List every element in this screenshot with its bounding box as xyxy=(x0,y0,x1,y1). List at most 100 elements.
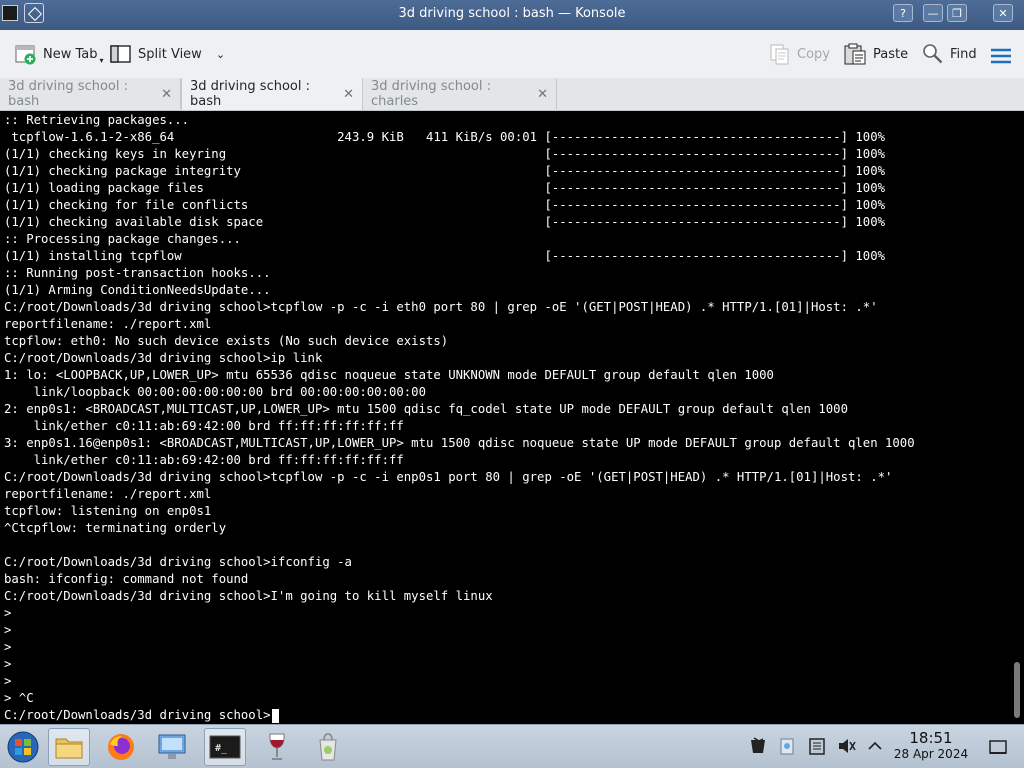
terminal-prompt: C:/root/Downloads/3d driving school> xyxy=(4,708,271,722)
split-view-button[interactable]: Split View ⌄ xyxy=(110,42,225,66)
terminal-line: link/ether c0:11:ab:69:42:00 brd ff:ff:f… xyxy=(4,419,404,433)
close-tab-icon[interactable]: ✕ xyxy=(161,87,172,102)
chevron-down-icon: ⌄ xyxy=(215,47,226,61)
start-menu-button[interactable] xyxy=(2,728,44,766)
terminal-line: C:/root/Downloads/3d driving school>I'm … xyxy=(4,589,493,603)
minimize-button[interactable]: — xyxy=(923,4,943,22)
terminal-line: (1/1) checking available disk space [---… xyxy=(4,215,885,229)
terminal-line: > xyxy=(4,606,12,620)
terminal-view[interactable]: :: Retrieving packages... tcpflow-1.6.1-… xyxy=(0,111,1024,724)
terminal-line: (1/1) checking package integrity [------… xyxy=(4,164,885,178)
paste-label: Paste xyxy=(873,46,909,62)
tab-bar: 3d driving school : bash ✕ 3d driving sc… xyxy=(0,78,1024,111)
terminal-line: (1/1) installing tcpflow [--------------… xyxy=(4,249,885,263)
terminal-line: (1/1) Arming ConditionNeedsUpdate... xyxy=(4,283,271,297)
find-label: Find xyxy=(950,46,977,62)
split-view-icon xyxy=(110,45,131,63)
help-button[interactable]: ? xyxy=(893,4,913,22)
system-settings-icon xyxy=(158,734,186,759)
copy-button[interactable]: Copy xyxy=(769,42,830,66)
tab-label: 3d driving school : bash xyxy=(8,79,128,109)
volume-muted-icon[interactable] xyxy=(837,736,857,756)
taskbar-system-settings[interactable] xyxy=(152,728,194,766)
split-view-label: Split View xyxy=(138,46,202,62)
terminal-line: C:/root/Downloads/3d driving school>ip l… xyxy=(4,351,323,365)
terminal-line: bash: ifconfig: command not found xyxy=(4,572,249,586)
close-tab-icon[interactable]: ✕ xyxy=(537,87,548,102)
tab-charles[interactable]: 3d driving school : charles ✕ xyxy=(363,79,557,109)
copy-label: Copy xyxy=(797,46,830,62)
close-tab-icon[interactable]: ✕ xyxy=(343,87,354,102)
clock-date: 28 Apr 2024 xyxy=(893,747,969,761)
copy-icon xyxy=(770,44,789,65)
taskbar-package-manager[interactable] xyxy=(308,728,350,766)
terminal-line: (1/1) loading package files [-----------… xyxy=(4,181,885,195)
tab-bash-1[interactable]: 3d driving school : bash ✕ xyxy=(0,79,181,109)
taskbar-konsole[interactable]: #_ xyxy=(204,728,246,766)
terminal-line: 1: lo: <LOOPBACK,UP,LOWER_UP> mtu 65536 … xyxy=(4,368,774,382)
terminal-line: C:/root/Downloads/3d driving school>ifco… xyxy=(4,555,352,569)
terminal-prompt-line[interactable]: C:/root/Downloads/3d driving school> xyxy=(4,707,1010,724)
taskbar-clock[interactable]: 18:51 28 Apr 2024 xyxy=(888,730,974,762)
new-tab-button[interactable]: New Tab ▾ xyxy=(15,42,104,66)
folder-icon xyxy=(55,738,83,759)
taskbar-firefox[interactable] xyxy=(100,728,142,766)
window-titlebar[interactable]: 3d driving school : bash — Konsole ? — ❐… xyxy=(0,0,1024,30)
close-button[interactable]: ✕ xyxy=(993,4,1013,22)
terminal-line: C:/root/Downloads/3d driving school>tcpf… xyxy=(4,300,878,314)
dropdown-arrow-icon: ▾ xyxy=(99,55,104,65)
main-toolbar: New Tab ▾ Split View ⌄ Copy Paste Find xyxy=(0,30,1024,78)
hamburger-menu-button[interactable] xyxy=(990,44,1012,68)
firefox-icon xyxy=(108,734,134,760)
paste-icon xyxy=(844,43,866,65)
show-desktop-icon[interactable] xyxy=(988,737,1008,757)
terminal-line: > xyxy=(4,640,12,654)
terminal-line: > xyxy=(4,674,12,688)
window-title: 3d driving school : bash — Konsole xyxy=(398,6,626,21)
tab-label: 3d driving school : charles xyxy=(371,79,491,109)
maximize-button[interactable]: ❐ xyxy=(947,4,967,22)
terminal-icon: #_ xyxy=(209,735,241,759)
terminal-line: ^Ctcpflow: terminating orderly xyxy=(4,521,227,535)
taskbar-wine[interactable] xyxy=(256,728,298,766)
paste-button[interactable]: Paste xyxy=(843,42,908,66)
svg-text:#_: #_ xyxy=(215,743,228,754)
terminal-line: 2: enp0s1: <BROADCAST,MULTICAST,UP,LOWER… xyxy=(4,402,848,416)
notes-tray-icon[interactable] xyxy=(807,736,827,756)
terminal-line: (1/1) checking keys in keyring [--------… xyxy=(4,147,885,161)
new-tab-label: New Tab xyxy=(43,46,98,62)
search-icon xyxy=(923,44,943,64)
terminal-line: > xyxy=(4,623,12,637)
package-updates-tray-icon[interactable] xyxy=(748,736,768,756)
scrollbar-thumb[interactable] xyxy=(1014,662,1020,718)
find-button[interactable]: Find xyxy=(922,42,977,66)
terminal-scrollbar[interactable] xyxy=(1012,111,1020,724)
terminal-line: :: Processing package changes... xyxy=(4,232,241,246)
tab-label: 3d driving school : bash xyxy=(190,79,310,109)
clipboard-tray-icon[interactable] xyxy=(777,736,797,756)
terminal-line: :: Retrieving packages... xyxy=(4,113,190,127)
start-orb-icon xyxy=(7,731,39,763)
terminal-line: > ^C xyxy=(4,691,34,705)
terminal-line: (1/1) checking for file conflicts [-----… xyxy=(4,198,885,212)
terminal-line: 3: enp0s1.16@enp0s1: <BROADCAST,MULTICAS… xyxy=(4,436,915,450)
terminal-line: reportfilename: ./report.xml xyxy=(4,317,212,331)
tab-bash-2[interactable]: 3d driving school : bash ✕ xyxy=(181,78,363,110)
clock-time: 18:51 xyxy=(909,729,953,747)
terminal-line: link/loopback 00:00:00:00:00:00 brd 00:0… xyxy=(4,385,426,399)
terminal-line: > xyxy=(4,657,12,671)
terminal-line: tcpflow-1.6.1-2-x86_64 243.9 KiB 411 KiB… xyxy=(4,130,885,144)
terminal-line: tcpflow: eth0: No such device exists (No… xyxy=(4,334,449,348)
hamburger-menu-icon xyxy=(991,48,1011,64)
wine-glass-icon xyxy=(269,733,285,760)
taskbar: #_ 18:51 28 Apr 2024 xyxy=(0,724,1024,768)
package-manager-icon xyxy=(319,733,337,761)
new-tab-icon xyxy=(15,45,36,65)
taskbar-file-manager[interactable] xyxy=(48,728,90,766)
terminal-line: :: Running post-transaction hooks... xyxy=(4,266,271,280)
terminal-line: link/ether c0:11:ab:69:42:00 brd ff:ff:f… xyxy=(4,453,404,467)
terminal-line: C:/root/Downloads/3d driving school>tcpf… xyxy=(4,470,893,484)
chevron-up-icon[interactable] xyxy=(865,736,885,756)
text-cursor xyxy=(271,708,279,723)
